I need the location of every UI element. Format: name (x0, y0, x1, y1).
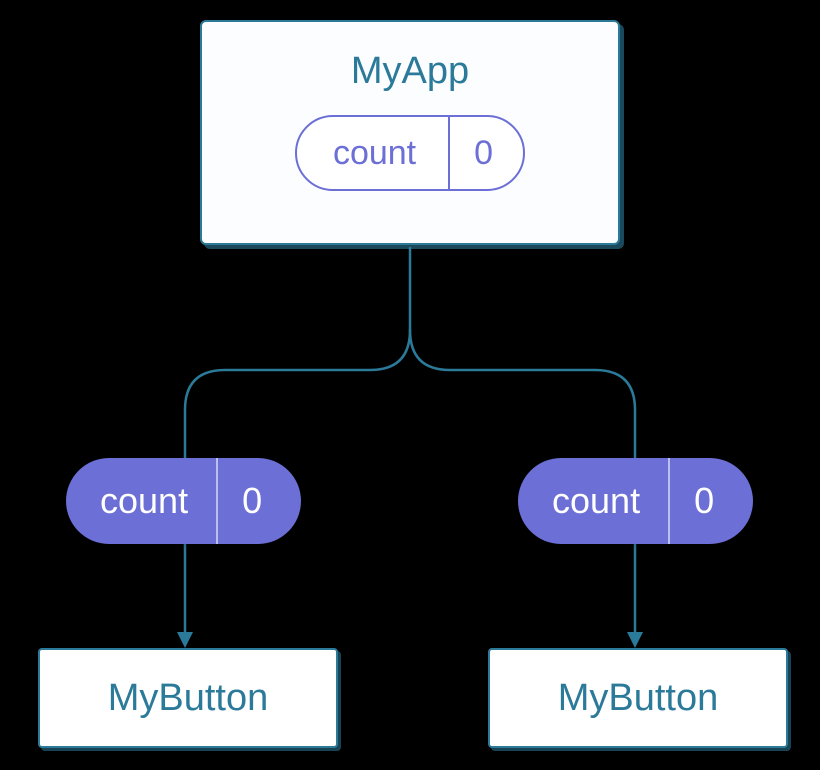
child-component-box-right: MyButton (488, 648, 788, 748)
state-value: 0 (450, 117, 523, 189)
diagram-canvas: MyApp count 0 count 0 count 0 MyButton M… (0, 0, 820, 770)
parent-state-pill: count 0 (295, 115, 525, 191)
prop-label: count (66, 458, 216, 544)
prop-pill-left: count 0 (66, 458, 301, 544)
parent-component-box: MyApp count 0 (200, 20, 620, 245)
state-label: count (297, 117, 448, 189)
prop-label: count (518, 458, 668, 544)
prop-value: 0 (670, 458, 746, 544)
prop-value: 0 (218, 458, 294, 544)
child-component-title: MyButton (558, 677, 719, 720)
child-component-box-left: MyButton (38, 648, 338, 748)
prop-pill-right: count 0 (518, 458, 753, 544)
child-component-title: MyButton (108, 677, 269, 720)
parent-component-title: MyApp (351, 50, 469, 93)
